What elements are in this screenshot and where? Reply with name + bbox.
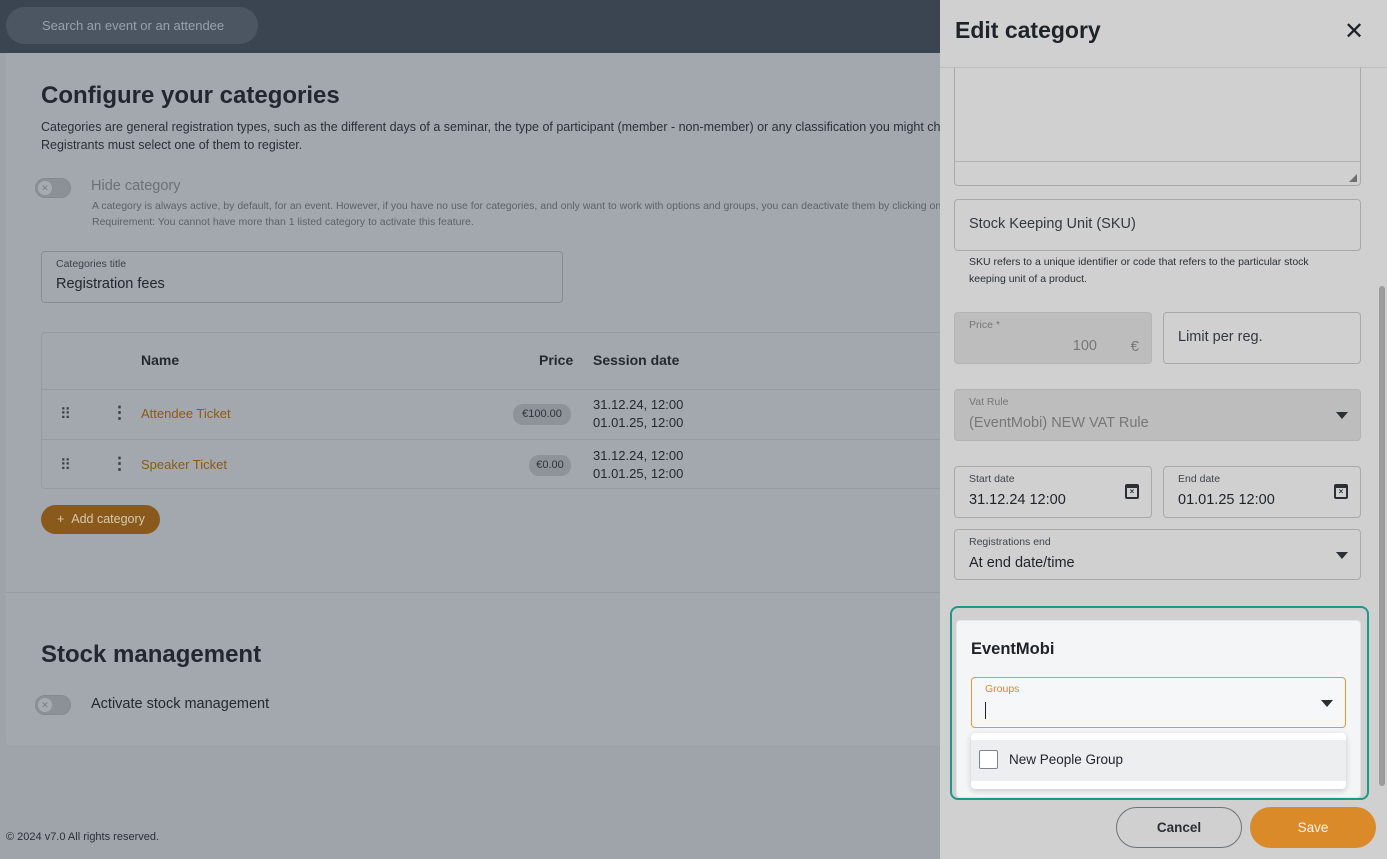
categories-table: Name Price Session date ⠿ ⋮ Attendee Tic… bbox=[41, 332, 947, 491]
drag-handle-icon[interactable]: ⠿ bbox=[60, 456, 71, 474]
option-label: New People Group bbox=[1009, 752, 1124, 767]
more-options-icon[interactable]: ⋮ bbox=[111, 403, 128, 423]
chevron-down-icon bbox=[1336, 552, 1348, 559]
categories-card: Configure your categories Categories are… bbox=[6, 53, 947, 745]
price-input: Price * 100 € bbox=[954, 312, 1152, 364]
add-category-button[interactable]: + Add category bbox=[41, 505, 160, 534]
toggle-off-icon: ✕ bbox=[38, 181, 52, 195]
save-button[interactable]: Save bbox=[1250, 807, 1376, 848]
more-options-icon[interactable]: ⋮ bbox=[111, 454, 128, 474]
calendar-icon[interactable]: × bbox=[1334, 484, 1348, 499]
table-row[interactable]: ⠿ ⋮ Attendee Ticket €100.00 31.12.24, 12… bbox=[42, 390, 947, 440]
start-date-value: 31.12.24 12:00 bbox=[969, 492, 1066, 508]
groups-option[interactable]: New People Group bbox=[971, 740, 1346, 781]
sku-placeholder: Stock Keeping Unit (SKU) bbox=[969, 216, 1136, 232]
price-badge: €100.00 bbox=[513, 404, 571, 425]
eventmobi-section: EventMobi Groups New People Group bbox=[956, 620, 1361, 798]
edit-category-drawer: Edit category ✕ Stock Keeping Unit (SKU)… bbox=[940, 0, 1387, 859]
hide-category-toggle[interactable]: ✕ bbox=[35, 178, 71, 198]
sku-help-text: SKU refers to a unique identifier or cod… bbox=[969, 256, 1309, 285]
header-price: Price bbox=[539, 352, 574, 368]
field-label: Categories title bbox=[56, 258, 127, 270]
text-cursor bbox=[985, 702, 986, 719]
textarea-toolbar bbox=[955, 161, 1360, 162]
start-date-input[interactable]: Start date 31.12.24 12:00 × bbox=[954, 466, 1152, 518]
page-description: Categories are general registration type… bbox=[41, 120, 946, 134]
sku-input[interactable]: Stock Keeping Unit (SKU) bbox=[954, 199, 1361, 251]
limit-per-reg-input[interactable]: Limit per reg. bbox=[1163, 312, 1361, 364]
table-row[interactable]: ⠿ ⋮ Speaker Ticket €0.00 31.12.24, 12:00… bbox=[42, 441, 947, 491]
eventmobi-highlight: EventMobi Groups New People Group bbox=[950, 606, 1369, 800]
header-session-date: Session date bbox=[593, 352, 680, 368]
eventmobi-title: EventMobi bbox=[971, 640, 1055, 658]
stock-toggle-label: Activate stock management bbox=[91, 696, 270, 712]
session-dates: 31.12.24, 12:00 01.01.25, 12:00 bbox=[593, 448, 684, 481]
vat-rule-label: Vat Rule bbox=[969, 396, 1009, 408]
page-title: Configure your categories bbox=[41, 82, 340, 109]
groups-label: Groups bbox=[985, 683, 1020, 695]
chevron-down-icon bbox=[1336, 412, 1348, 419]
add-category-label: Add category bbox=[71, 512, 145, 526]
hide-category-label: Hide category bbox=[91, 178, 181, 194]
groups-select[interactable]: Groups bbox=[971, 677, 1346, 728]
footer-text: © 2024 v7.0 All rights reserved. bbox=[6, 831, 160, 843]
drag-handle-icon[interactable]: ⠿ bbox=[60, 405, 71, 423]
toggle-off-icon: ✕ bbox=[38, 698, 52, 712]
vat-rule-select: Vat Rule (EventMobi) NEW VAT Rule bbox=[954, 389, 1361, 441]
end-date-value: 01.01.25 12:00 bbox=[1178, 492, 1275, 508]
header-name: Name bbox=[141, 352, 180, 368]
registrations-end-label: Registrations end bbox=[969, 536, 1051, 548]
registrations-end-value: At end date/time bbox=[969, 555, 1075, 571]
plus-icon: + bbox=[57, 512, 65, 526]
registrations-end-select[interactable]: Registrations end At end date/time bbox=[954, 529, 1361, 580]
table-header: Name Price Session date bbox=[42, 333, 947, 390]
page-description-2: Registrants must select one of them to r… bbox=[41, 138, 303, 152]
search-input[interactable]: Search an event or an attendee bbox=[6, 7, 258, 44]
session-dates: 31.12.24, 12:00 01.01.25, 12:00 bbox=[593, 397, 684, 430]
drawer-footer: Cancel Save bbox=[940, 801, 1387, 859]
chevron-down-icon[interactable] bbox=[1321, 700, 1333, 707]
price-label: Price * bbox=[969, 319, 1000, 331]
stock-title: Stock management bbox=[41, 641, 262, 668]
cancel-button[interactable]: Cancel bbox=[1116, 807, 1242, 848]
close-icon[interactable]: ✕ bbox=[1344, 20, 1364, 44]
drawer-header: Edit category ✕ bbox=[940, 0, 1387, 68]
categories-title-field[interactable]: Categories title Registration fees bbox=[41, 251, 563, 303]
drawer-body[interactable]: Stock Keeping Unit (SKU) SKU refers to a… bbox=[940, 68, 1387, 801]
field-value: Registration fees bbox=[56, 276, 165, 292]
scrollbar-thumb[interactable] bbox=[1379, 286, 1385, 786]
page-overlay[interactable]: Configure your categories Categories are… bbox=[0, 53, 947, 859]
limit-placeholder: Limit per reg. bbox=[1178, 329, 1263, 345]
price-value: 100 bbox=[1072, 338, 1097, 354]
category-name-link[interactable]: Attendee Ticket bbox=[141, 406, 231, 421]
resize-handle-icon[interactable] bbox=[1349, 174, 1357, 182]
category-name-link[interactable]: Speaker Ticket bbox=[141, 457, 227, 472]
end-date-label: End date bbox=[1178, 473, 1221, 485]
end-date-input[interactable]: End date 01.01.25 12:00 × bbox=[1163, 466, 1361, 518]
start-date-label: Start date bbox=[969, 473, 1015, 485]
description-textarea[interactable] bbox=[954, 68, 1361, 186]
currency-symbol: € bbox=[1130, 338, 1139, 355]
calendar-icon[interactable]: × bbox=[1125, 484, 1139, 499]
drawer-title: Edit category bbox=[955, 17, 1101, 43]
stock-toggle[interactable]: ✕ bbox=[35, 695, 71, 715]
divider bbox=[6, 592, 940, 593]
price-badge: €0.00 bbox=[529, 455, 571, 476]
vat-rule-value: (EventMobi) NEW VAT Rule bbox=[969, 415, 1149, 431]
checkbox[interactable] bbox=[979, 750, 998, 769]
groups-dropdown-menu: New People Group bbox=[971, 733, 1346, 789]
hide-category-help: A category is always active, by default,… bbox=[92, 200, 947, 228]
